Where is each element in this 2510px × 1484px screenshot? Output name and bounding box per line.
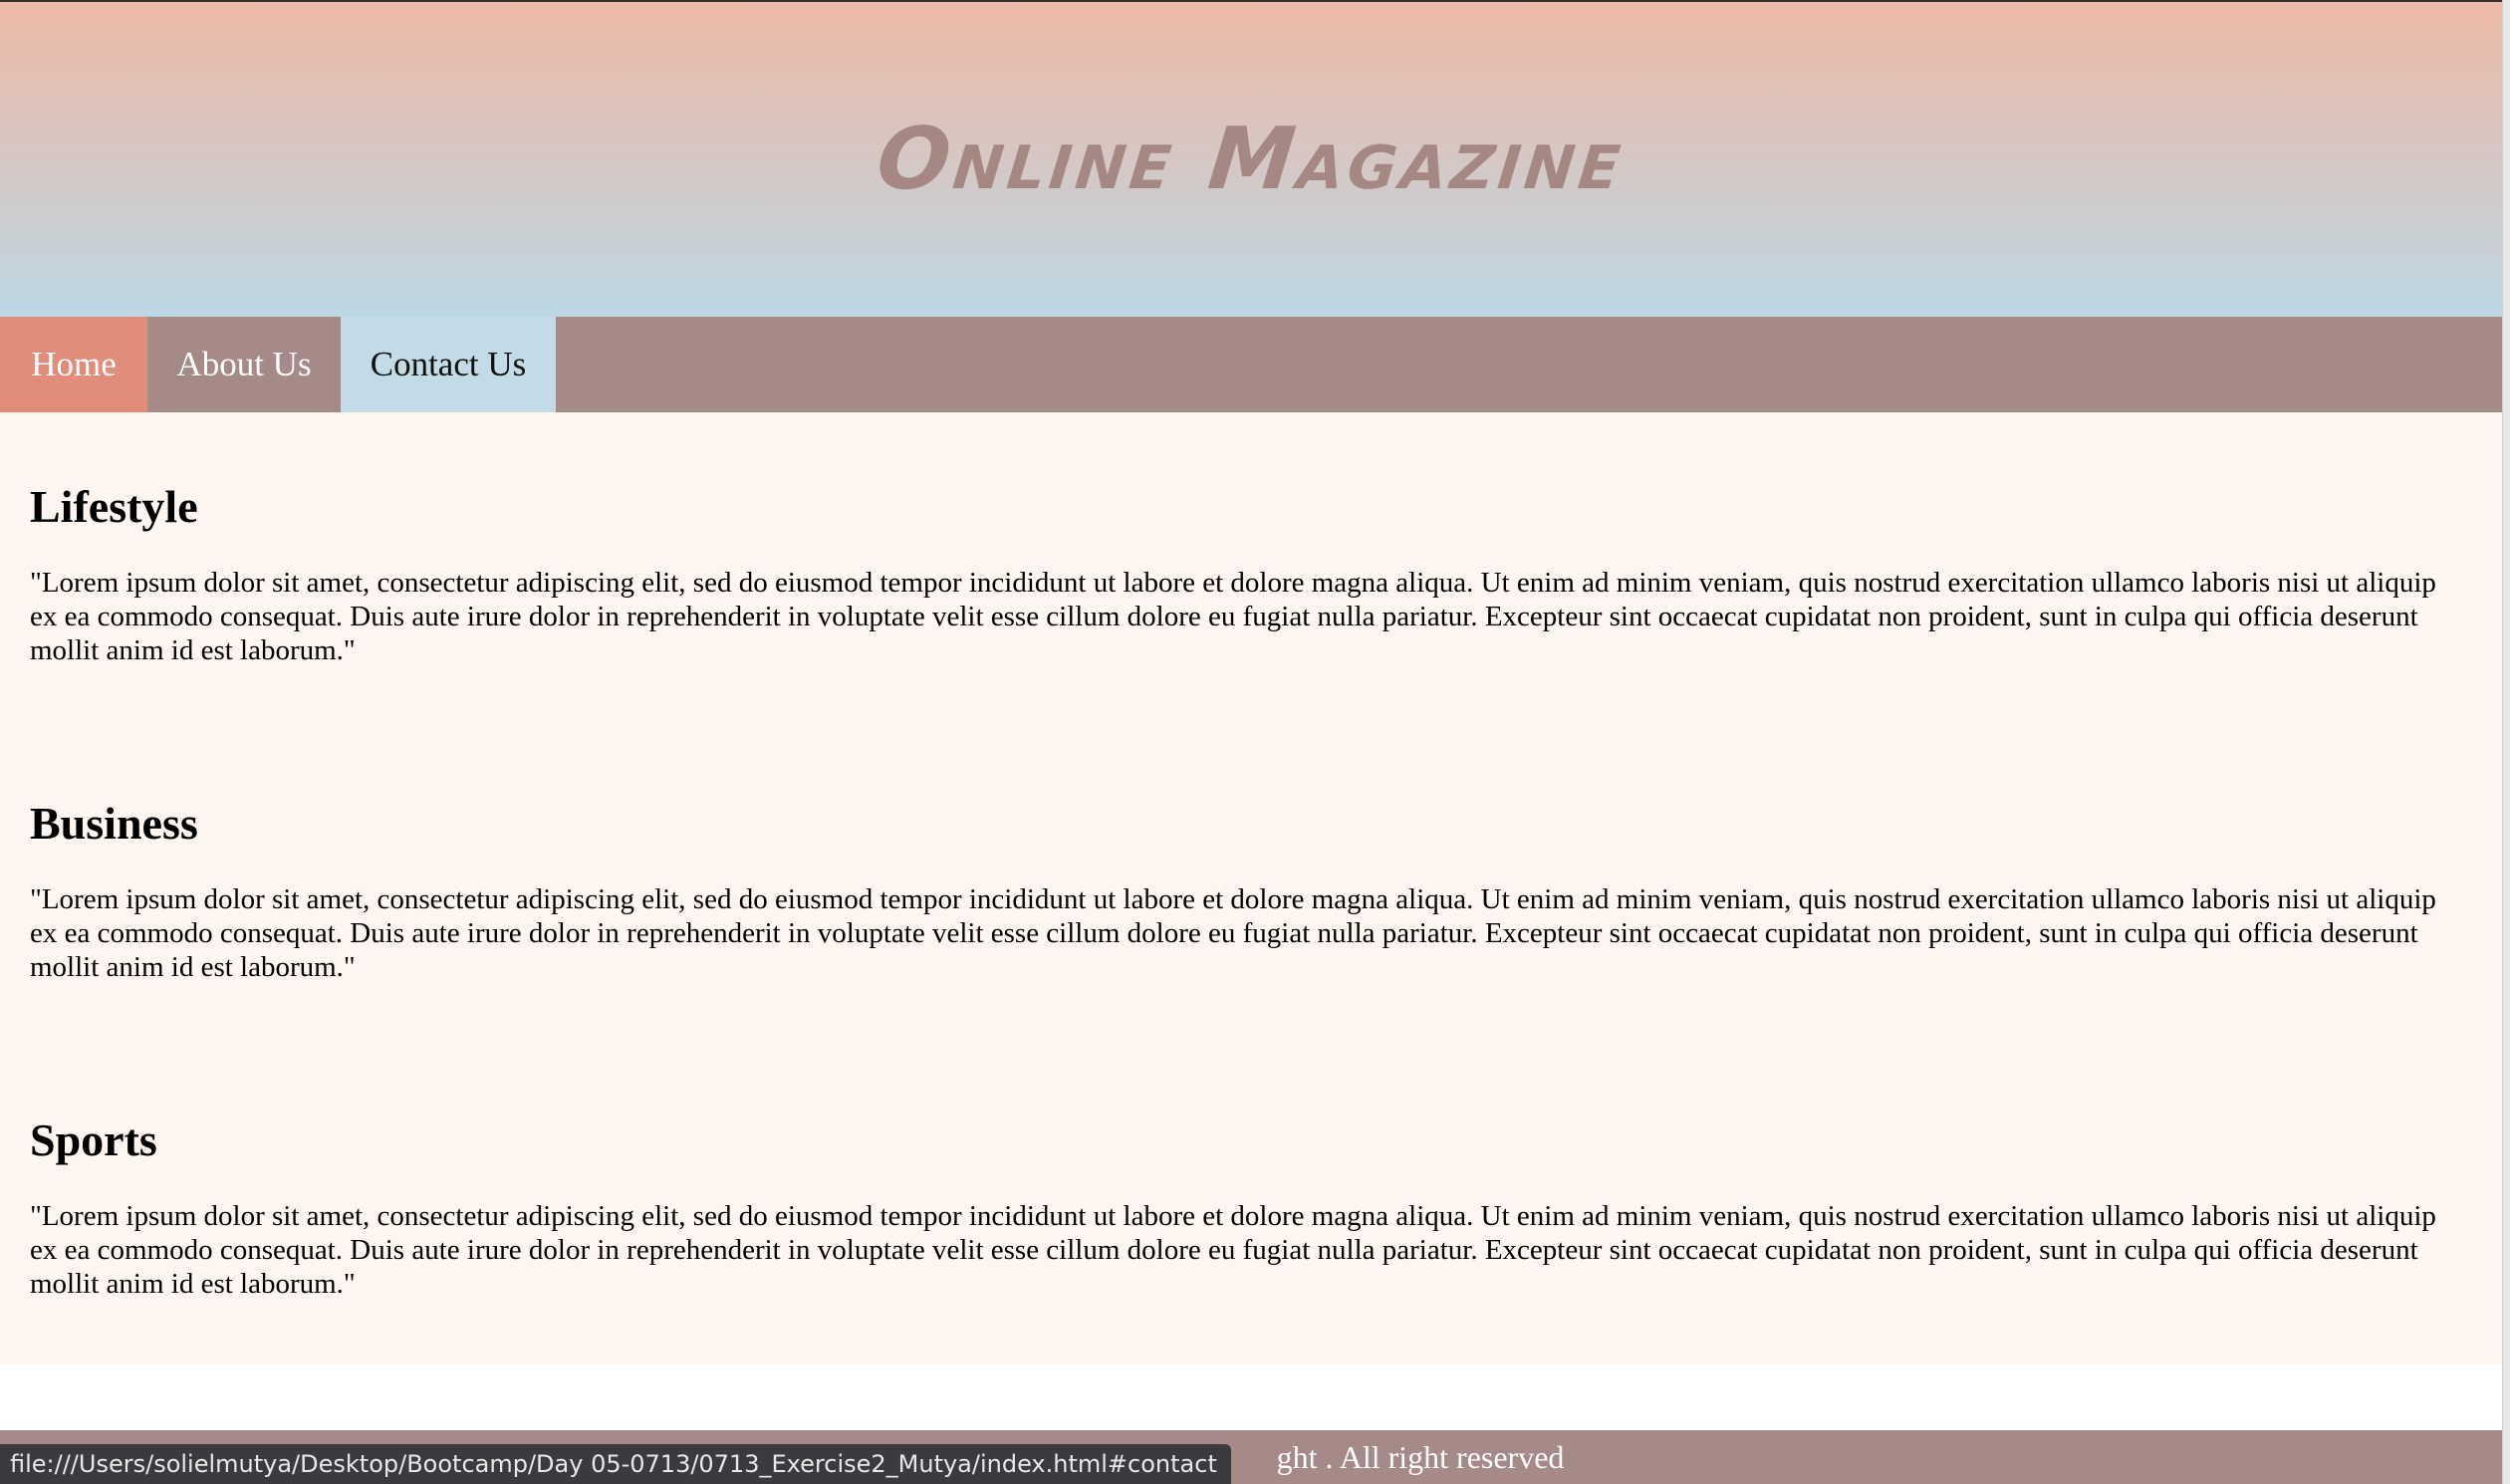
page: Online Magazine Home About Us Contact Us…	[0, 0, 2510, 1484]
section-business: Business "Lorem ipsum dolor sit amet, co…	[30, 801, 2440, 984]
section-heading-sports: Sports	[30, 1114, 157, 1165]
masthead: Online Magazine	[0, 2, 2502, 317]
window-right-edge	[2502, 0, 2510, 1484]
section-sports: Sports "Lorem ipsum dolor sit amet, cons…	[30, 1117, 2440, 1301]
section-heading-business: Business	[30, 798, 198, 849]
section-lifestyle: Lifestyle "Lorem ipsum dolor sit amet, c…	[30, 484, 2440, 667]
section-body-business: "Lorem ipsum dolor sit amet, consectetur…	[30, 883, 2436, 983]
nav-bar: Home About Us Contact Us	[0, 317, 2502, 412]
section-heading-lifestyle: Lifestyle	[30, 481, 198, 532]
main-content: Lifestyle "Lorem ipsum dolor sit amet, c…	[0, 412, 2502, 1364]
nav-link-contact-us[interactable]: Contact Us	[341, 317, 556, 412]
site-title: Online Magazine	[872, 110, 1631, 209]
nav-link-home[interactable]: Home	[0, 317, 147, 412]
browser-status-bar: file:///Users/solielmutya/Desktop/Bootca…	[0, 1444, 1231, 1484]
nav-link-about-us[interactable]: About Us	[147, 317, 341, 412]
section-body-sports: "Lorem ipsum dolor sit amet, consectetur…	[30, 1200, 2436, 1300]
section-body-lifestyle: "Lorem ipsum dolor sit amet, consectetur…	[30, 567, 2436, 666]
